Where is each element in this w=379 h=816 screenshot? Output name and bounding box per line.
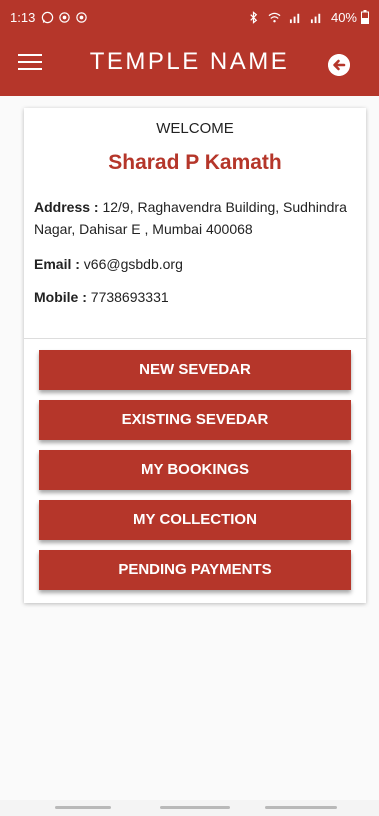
existing-sevedar-button[interactable]: EXISTING SEVEDAR <box>39 400 351 440</box>
nav-recents-button[interactable] <box>55 806 111 809</box>
wifi-icon <box>268 12 281 22</box>
notification-icon <box>76 11 88 23</box>
pending-payments-button[interactable]: PENDING PAYMENTS <box>39 550 351 590</box>
battery-icon <box>361 10 369 24</box>
battery-percentage: 40% <box>330 9 357 25</box>
my-collection-button[interactable]: MY COLLECTION <box>39 500 351 540</box>
whatsapp-icon <box>42 11 54 23</box>
back-arrow-icon[interactable] <box>328 54 350 76</box>
signal-icon <box>289 13 300 23</box>
new-sevedar-button[interactable]: NEW SEVEDAR <box>39 350 351 390</box>
signal-icon <box>310 13 321 23</box>
mobile-value: 7738693331 <box>90 289 169 305</box>
system-nav-bar <box>0 800 379 816</box>
user-name: Sharad P Kamath <box>108 151 282 174</box>
app-title: TEMPLE NAME <box>89 48 290 75</box>
profile-card: WELCOME Sharad P Kamath Address : 12/9, … <box>24 108 366 603</box>
email-value: v66@gsbdb.org <box>83 256 183 272</box>
nav-home-button[interactable] <box>160 806 230 809</box>
mobile-row: Mobile : 7738693331 <box>34 286 360 308</box>
address-label: Address : <box>34 199 99 215</box>
divider <box>24 338 366 339</box>
email-label: Email : <box>34 256 80 272</box>
app-bar: TEMPLE NAME <box>0 34 379 96</box>
nav-back-button[interactable] <box>265 806 337 809</box>
address-row: Address : 12/9, Raghavendra Building, Su… <box>34 196 360 240</box>
mobile-label: Mobile : <box>34 289 87 305</box>
notification-icon <box>59 11 71 23</box>
status-bar: 1:13 40% <box>0 0 379 34</box>
email-row: Email : v66@gsbdb.org <box>34 253 360 275</box>
status-right-group: 40% <box>247 10 369 25</box>
welcome-heading: WELCOME <box>156 120 234 137</box>
bluetooth-icon <box>250 10 258 24</box>
my-bookings-button[interactable]: MY BOOKINGS <box>39 450 351 490</box>
status-time: 1:13 <box>10 9 36 25</box>
